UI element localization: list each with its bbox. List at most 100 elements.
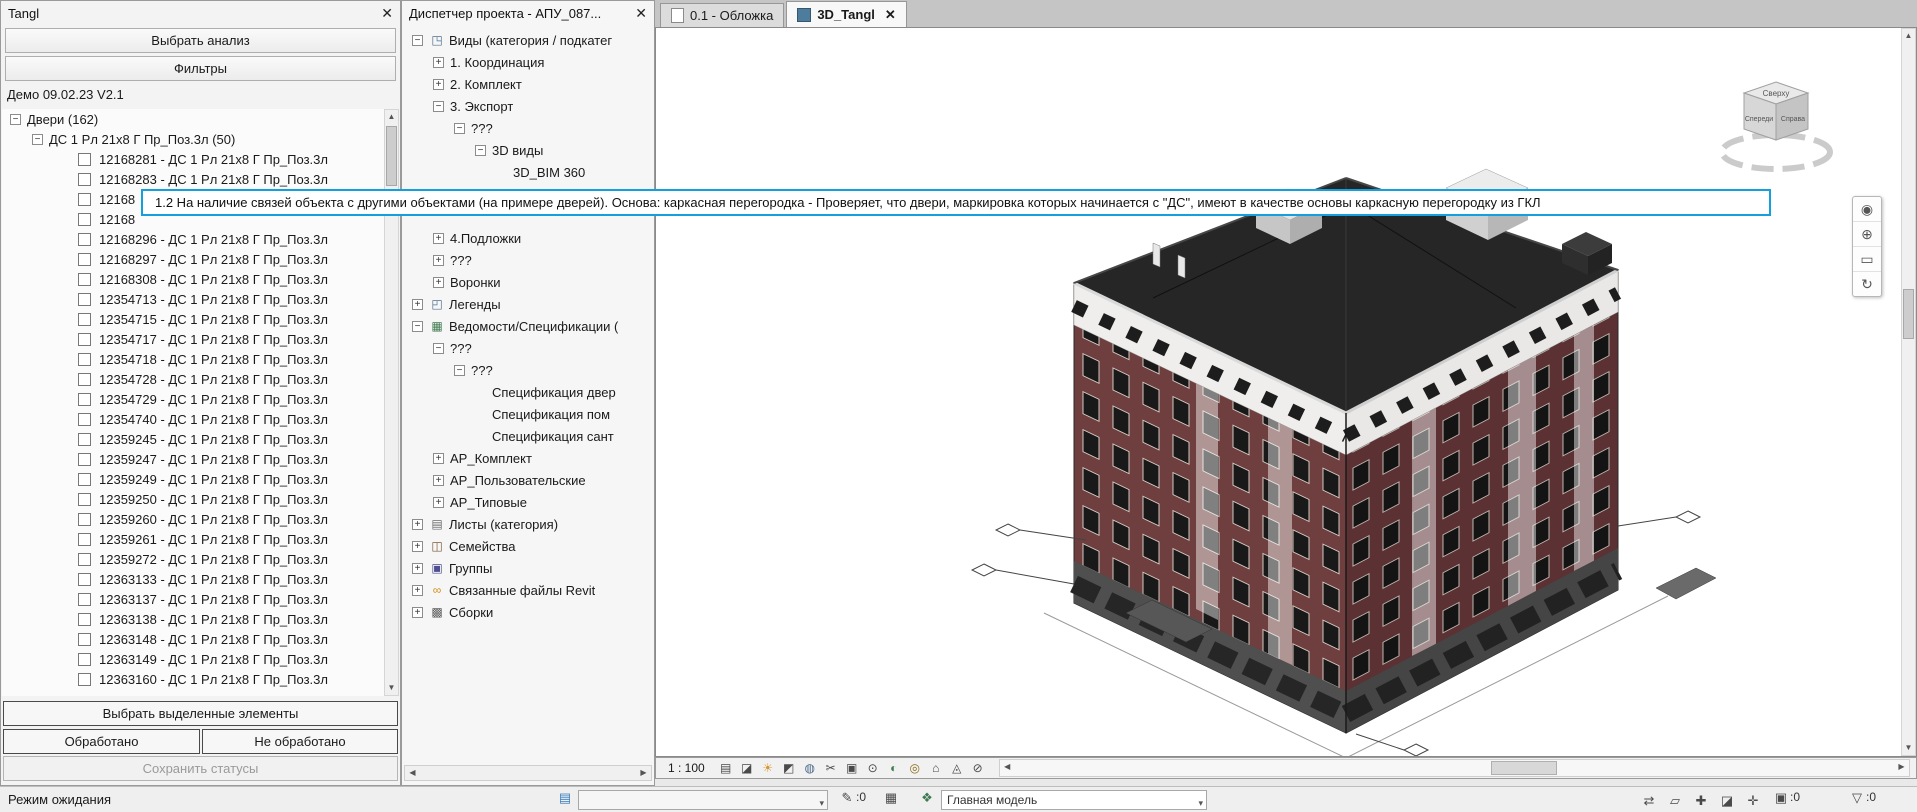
navigation-bar[interactable]: ◉⊕▭↻: [1852, 196, 1882, 297]
scrollbar-vertical[interactable]: ▲ ▼: [1901, 28, 1916, 756]
tree-expander-icon[interactable]: +: [433, 453, 444, 464]
item-checkbox[interactable]: [78, 333, 91, 346]
scroll-left-icon[interactable]: ◀: [405, 766, 420, 780]
3d-viewport[interactable]: Сверху Спереди Справа ◉⊕▭↻ ▲ ▼: [655, 27, 1917, 757]
browser-tree-item[interactable]: +АР_Комплект: [404, 447, 652, 469]
tangl-list-item[interactable]: 12359249 - ДС 1 Рл 21х8 Г Пр_Поз.3л: [2, 469, 384, 489]
item-checkbox[interactable]: [78, 573, 91, 586]
save-statuses-button[interactable]: Сохранить статусы: [3, 756, 398, 781]
rendering-icon[interactable]: ◍: [801, 759, 819, 777]
item-checkbox[interactable]: [78, 373, 91, 386]
item-checkbox[interactable]: [78, 433, 91, 446]
scroll-down-icon[interactable]: ▼: [1902, 741, 1915, 755]
tangl-list-item[interactable]: 12359260 - ДС 1 Рл 21х8 Г Пр_Поз.3л: [2, 509, 384, 529]
tree-expander-icon[interactable]: +: [433, 57, 444, 68]
tree-expander-icon[interactable]: +: [433, 233, 444, 244]
tree-expander-icon[interactable]: +: [412, 585, 423, 596]
design-options-combobox[interactable]: Главная модель ▾: [941, 790, 1207, 810]
tangl-list-item[interactable]: 12363138 - ДС 1 Рл 21х8 Г Пр_Поз.3л: [2, 609, 384, 629]
tangl-list-item[interactable]: 12168296 - ДС 1 Рл 21х8 Г Пр_Поз.3л: [2, 229, 384, 249]
collapse-icon[interactable]: −: [10, 114, 21, 125]
orbit-icon[interactable]: ↻: [1853, 272, 1881, 296]
tangl-list-item[interactable]: 12359245 - ДС 1 Рл 21х8 Г Пр_Поз.3л: [2, 429, 384, 449]
item-checkbox[interactable]: [78, 213, 91, 226]
browser-tree-item[interactable]: +2. Комплект: [404, 73, 652, 95]
tree-node-door-type[interactable]: − ДС 1 Рл 21х8 Г Пр_Поз.3л (50): [2, 129, 384, 149]
browser-tree-item[interactable]: +∞Связанные файлы Revit: [404, 579, 652, 601]
tangl-list-item[interactable]: 12363133 - ДС 1 Рл 21х8 Г Пр_Поз.3л: [2, 569, 384, 589]
tree-expander-icon[interactable]: −: [475, 145, 486, 156]
browser-tree-item[interactable]: −???: [404, 117, 652, 139]
scroll-thumb[interactable]: [1903, 289, 1914, 339]
item-checkbox[interactable]: [78, 633, 91, 646]
browser-tree-item[interactable]: +◫Семейства: [404, 535, 652, 557]
select-analysis-button[interactable]: Выбрать анализ: [5, 28, 396, 53]
browser-tree-item[interactable]: +4.Подложки: [404, 227, 652, 249]
item-checkbox[interactable]: [78, 673, 91, 686]
browser-tree-item[interactable]: −3. Экспорт: [404, 95, 652, 117]
item-checkbox[interactable]: [78, 293, 91, 306]
not-processed-button[interactable]: Не обработано: [202, 729, 398, 754]
select-selected-elements-button[interactable]: Выбрать выделенные элементы: [3, 701, 398, 726]
tree-expander-icon[interactable]: −: [412, 35, 423, 46]
scroll-up-icon[interactable]: ▲: [1902, 29, 1915, 43]
item-checkbox[interactable]: [78, 533, 91, 546]
tree-expander-icon[interactable]: +: [433, 277, 444, 288]
zoom-icon[interactable]: ⊕: [1853, 222, 1881, 247]
tangl-list-item[interactable]: 12359272 - ДС 1 Рл 21х8 Г Пр_Поз.3л: [2, 549, 384, 569]
filters-button[interactable]: Фильтры: [5, 56, 396, 81]
editable-worksets-icon[interactable]: ✎: [838, 790, 856, 806]
item-checkbox[interactable]: [78, 413, 91, 426]
tangl-list-item[interactable]: 12359261 - ДС 1 Рл 21х8 Г Пр_Поз.3л: [2, 529, 384, 549]
viewcube-front-label[interactable]: Спереди: [1745, 116, 1773, 123]
filter-icon[interactable]: ▽: [1848, 790, 1866, 806]
selection-badge-icon[interactable]: ▣: [1772, 790, 1790, 806]
scroll-up-icon[interactable]: ▲: [385, 110, 398, 124]
browser-tree-item[interactable]: Спецификация двер: [404, 381, 652, 403]
item-checkbox[interactable]: [78, 473, 91, 486]
browser-tree-item[interactable]: 3D_BIM 360: [404, 161, 652, 183]
tree-expander-icon[interactable]: +: [433, 475, 444, 486]
tangl-list-item[interactable]: 12363137 - ДС 1 Рл 21х8 Г Пр_Поз.3л: [2, 589, 384, 609]
browser-tree-item[interactable]: −???: [404, 359, 652, 381]
browser-tree-item[interactable]: +1. Координация: [404, 51, 652, 73]
item-checkbox[interactable]: [78, 593, 91, 606]
tangl-list-item[interactable]: 12168281 - ДС 1 Рл 21х8 Г Пр_Поз.3л: [2, 149, 384, 169]
select-underlay-icon[interactable]: ▱: [1666, 793, 1684, 809]
tree-expander-icon[interactable]: +: [412, 299, 423, 310]
browser-tree-item[interactable]: Спецификация сант: [404, 425, 652, 447]
tangl-list-item[interactable]: 12168283 - ДС 1 Рл 21х8 Г Пр_Поз.3л: [2, 169, 384, 189]
tree-node-doors[interactable]: − Двери (162): [2, 109, 384, 129]
scrollbar-horizontal[interactable]: ◀ ▶: [999, 759, 1910, 777]
tangl-list-item[interactable]: 12168297 - ДС 1 Рл 21х8 Г Пр_Поз.3л: [2, 249, 384, 269]
tree-expander-icon[interactable]: +: [433, 497, 444, 508]
item-checkbox[interactable]: [78, 313, 91, 326]
tangl-list-item[interactable]: 12359250 - ДС 1 Рл 21х8 Г Пр_Поз.3л: [2, 489, 384, 509]
tree-expander-icon[interactable]: −: [433, 101, 444, 112]
item-checkbox[interactable]: [78, 153, 91, 166]
item-checkbox[interactable]: [78, 253, 91, 266]
close-tab-icon[interactable]: ✕: [885, 7, 896, 23]
browser-tree-item[interactable]: −▦Ведомости/Спецификации (: [404, 315, 652, 337]
worksets-combobox[interactable]: ▾: [578, 790, 828, 810]
tree-expander-icon[interactable]: +: [433, 255, 444, 266]
tangl-list-item[interactable]: 12363149 - ДС 1 Рл 21х8 Г Пр_Поз.3л: [2, 649, 384, 669]
viewcube-top-label[interactable]: Сверху: [1763, 89, 1790, 98]
tree-expander-icon[interactable]: −: [412, 321, 423, 332]
select-pinned-icon[interactable]: ✚: [1692, 793, 1710, 809]
drag-on-selection-icon[interactable]: ✛: [1744, 793, 1762, 809]
tangl-list-item[interactable]: 12363160 - ДС 1 Рл 21х8 Г Пр_Поз.3л: [2, 669, 384, 689]
browser-tree-item[interactable]: −???: [404, 337, 652, 359]
tangl-list-item[interactable]: 12354728 - ДС 1 Рл 21х8 Г Пр_Поз.3л: [2, 369, 384, 389]
tree-expander-icon[interactable]: −: [433, 343, 444, 354]
tree-expander-icon[interactable]: +: [412, 563, 423, 574]
viewcube[interactable]: Сверху Спереди Справа: [1714, 68, 1844, 188]
browser-tree-item[interactable]: +▤Листы (категория): [404, 513, 652, 535]
item-checkbox[interactable]: [78, 493, 91, 506]
browser-tree-item[interactable]: +???: [404, 249, 652, 271]
tangl-list-item[interactable]: 12363148 - ДС 1 Рл 21х8 Г Пр_Поз.3л: [2, 629, 384, 649]
processed-button[interactable]: Обработано: [3, 729, 200, 754]
tangl-list-item[interactable]: 12354729 - ДС 1 Рл 21х8 Г Пр_Поз.3л: [2, 389, 384, 409]
scroll-right-icon[interactable]: ▶: [1894, 760, 1909, 774]
item-checkbox[interactable]: [78, 353, 91, 366]
